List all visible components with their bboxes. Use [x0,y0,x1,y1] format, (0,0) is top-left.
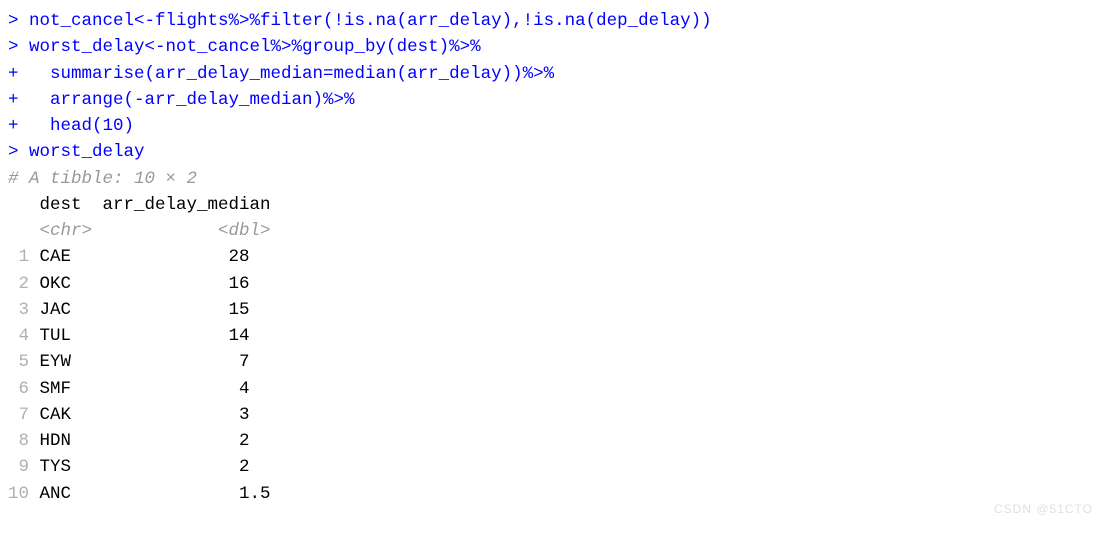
row-cells: EYW 7 [29,352,271,372]
row-number: 2 [8,271,29,297]
code-line-6: > worst_delay [8,139,1103,165]
row-cells: SMF 4 [29,379,271,399]
row-cells: TYS 2 [29,457,271,477]
row-cells: JAC 15 [29,300,271,320]
row-number: 7 [8,402,29,428]
code-line-4: + arrange(-arr_delay_median)%>% [8,87,1103,113]
row-number: 5 [8,349,29,375]
row-number: 1 [8,244,29,270]
row-number: 4 [8,323,29,349]
row-number: 8 [8,428,29,454]
table-row: 8 HDN 2 [8,428,1103,454]
row-number: 6 [8,376,29,402]
tibble-header: # A tibble: 10 × 2 [8,166,1103,192]
code-line-5: + head(10) [8,113,1103,139]
row-cells: HDN 2 [29,431,271,451]
column-headers: dest arr_delay_median [8,192,1103,218]
table-row: 1 CAE 28 [8,244,1103,270]
code-line-1: > not_cancel<-flights%>%filter(!is.na(ar… [8,8,1103,34]
table-row: 10 ANC 1.5 [8,481,1103,507]
table-row: 7 CAK 3 [8,402,1103,428]
table-row: 4 TUL 14 [8,323,1103,349]
row-number: 3 [8,297,29,323]
code-line-2: > worst_delay<-not_cancel%>%group_by(des… [8,34,1103,60]
table-row: 3 JAC 15 [8,297,1103,323]
row-cells: CAE 28 [29,247,271,267]
table-row: 6 SMF 4 [8,376,1103,402]
table-row: 2 OKC 16 [8,271,1103,297]
r-console[interactable]: > not_cancel<-flights%>%filter(!is.na(ar… [8,8,1103,507]
row-cells: TUL 14 [29,326,271,346]
column-types: <chr> <dbl> [8,218,1103,244]
table-row: 5 EYW 7 [8,349,1103,375]
row-cells: ANC 1.5 [29,484,271,504]
row-number: 9 [8,454,29,480]
table-row: 9 TYS 2 [8,454,1103,480]
row-cells: CAK 3 [29,405,271,425]
row-cells: OKC 16 [29,274,271,294]
row-number: 10 [8,481,29,507]
watermark: CSDN @51CTO [994,500,1093,518]
code-line-3: + summarise(arr_delay_median=median(arr_… [8,61,1103,87]
